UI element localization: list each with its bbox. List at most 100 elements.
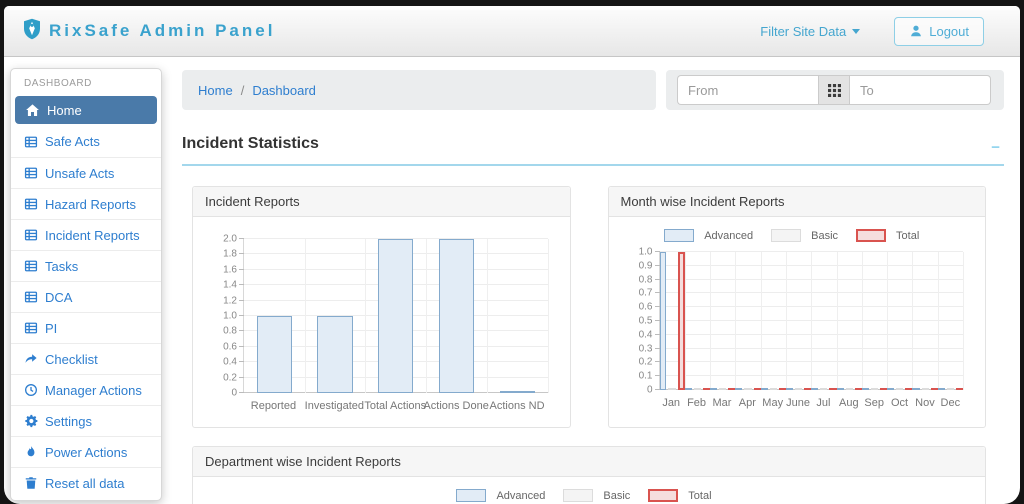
sidebar-item-safe-acts[interactable]: Safe Acts <box>11 126 161 157</box>
calendar-grid-icon[interactable] <box>818 75 850 105</box>
filter-site-data-dropdown[interactable]: Filter Site Data <box>760 23 861 39</box>
sidebar-item-pi[interactable]: PI <box>11 312 161 343</box>
department-wise-chart: AdvancedBasicTotal00.10.20.30.40.50.60.7… <box>207 489 971 504</box>
sidebar-item-home[interactable]: Home <box>15 96 157 124</box>
sidebar-item-label: Checklist <box>45 351 98 367</box>
panel-department-wise-incident-reports: Department wise Incident Reports Advance… <box>192 446 986 504</box>
y-tick-label: 0 <box>646 384 653 396</box>
legend-swatch <box>648 489 679 502</box>
y-tick-label: 0.4 <box>223 356 237 368</box>
panel-incident-reports: Incident Reports 0 0.2 0.4 0.6 0.8 1.0 1.2 1.4 1… <box>192 186 571 428</box>
x-axis-label: Investigated <box>304 400 365 412</box>
category-slot <box>760 252 786 390</box>
gear-icon <box>23 414 38 428</box>
category-slot <box>887 252 913 390</box>
category-slot <box>684 252 711 390</box>
legend-label: Advanced <box>496 489 546 502</box>
filter-site-data-label: Filter Site Data <box>760 23 847 39</box>
y-tick-label: 0.1 <box>638 370 653 382</box>
sidebar-item-tasks[interactable]: Tasks <box>11 250 161 281</box>
sidebar-item-manager-actions[interactable]: Manager Actions <box>11 374 161 405</box>
user-icon <box>909 24 923 38</box>
category-slot <box>735 252 761 390</box>
y-tick-label: 0.8 <box>638 274 653 286</box>
sidebar-item-label: Manager Actions <box>45 382 142 398</box>
toolbar-row: Home / Dashboard <box>182 70 1004 110</box>
breadcrumb-separator: / <box>240 82 245 98</box>
y-tick-label: 0.6 <box>638 301 653 313</box>
caret-down-icon <box>852 28 861 34</box>
category-slot <box>426 239 487 393</box>
brand: RixSafe Admin Panel <box>22 18 275 45</box>
y-tick-label: 0 <box>231 387 237 399</box>
category-slot <box>836 252 862 390</box>
logout-button[interactable]: Logout <box>894 16 984 46</box>
plot-area: 0 0.1 0.2 0.3 0.4 0.5 0.6 0.7 0.8 0.9 1.0 <box>639 247 964 396</box>
chart-legend: Advanced Basic Total <box>623 229 972 242</box>
category-slot <box>659 252 685 390</box>
legend-swatch <box>563 489 594 502</box>
x-axis-label: Feb <box>687 397 707 409</box>
x-axis-label: June <box>786 397 810 409</box>
category-slot <box>912 252 938 390</box>
sidebar-item-settings[interactable]: Settings <box>11 405 161 436</box>
sidebar-item-label: Tasks <box>45 258 79 274</box>
category-slot <box>710 252 736 390</box>
page-content: DASHBOARD Home Safe Acts Unsafe Acts Hazard… <box>4 57 1020 504</box>
sidebar-item-dca[interactable]: DCA <box>11 281 161 312</box>
x-axis-label: May <box>762 397 784 409</box>
x-axis-label: Apr <box>738 397 756 409</box>
collapse-icon[interactable]: − <box>991 140 1004 155</box>
sidebar-item-label: Incident Reports <box>45 227 140 243</box>
y-tick-label: 0.7 <box>638 287 653 299</box>
y-tick-label: 1.4 <box>223 279 237 291</box>
sidebar-item-label: Safe Acts <box>45 134 100 149</box>
category-slot <box>244 239 305 393</box>
clock-icon <box>23 383 38 397</box>
sidebar-section-label: DASHBOARD <box>24 78 92 89</box>
sidebar-item-power-actions[interactable]: Power Actions <box>11 436 161 467</box>
category-slot <box>365 239 426 393</box>
category-slot <box>937 252 963 390</box>
x-axis-label: Sep <box>864 397 884 409</box>
chart-legend: Advanced Basic Total <box>207 489 971 502</box>
header-actions: Filter Site Data Logout <box>760 16 1002 46</box>
main-area: Home / Dashboard From To Incident Statis… <box>182 70 1004 504</box>
y-tick-label: 0.4 <box>638 329 653 341</box>
sidebar-item-label: PI <box>45 320 58 336</box>
page-title: Incident Statistics <box>182 135 319 152</box>
y-tick-label: 1.6 <box>223 264 237 276</box>
y-tick-label: 0.8 <box>223 325 237 337</box>
charts-row: Incident Reports 0 0.2 0.4 0.6 0.8 1.0 1.2 1.4 1… <box>182 186 1004 428</box>
panel-title: Month wise Incident Reports <box>608 187 985 217</box>
bar <box>378 239 414 393</box>
table-icon <box>23 321 38 335</box>
sidebar-item-reset-all-data[interactable]: Reset all data <box>11 467 161 498</box>
breadcrumb: Home / Dashboard <box>182 70 656 110</box>
panel-title: Department wise Incident Reports <box>193 447 985 477</box>
y-tick-label: 0.6 <box>223 341 237 353</box>
sidebar-item-hazard-reports[interactable]: Hazard Reports <box>11 188 161 219</box>
legend-label: Basic <box>603 489 631 502</box>
x-axis-label: Aug <box>839 397 859 409</box>
legend-label: Basic <box>811 229 839 242</box>
legend-swatch <box>664 229 695 242</box>
breadcrumb-home-link[interactable]: Home <box>198 83 233 98</box>
y-tick-label: 1.8 <box>223 248 237 260</box>
from-date-input[interactable] <box>677 75 818 105</box>
legend-swatch <box>771 229 802 242</box>
panel-month-wise-incident-reports: Month wise Incident Reports Advanced Basi… <box>607 186 986 428</box>
to-date-input[interactable] <box>850 75 991 105</box>
plot-area: 0 0.2 0.4 0.6 0.8 1.0 1.2 1.4 1.6 1.8 2.0 <box>223 234 549 399</box>
breadcrumb-dashboard-link[interactable]: Dashboard <box>252 83 316 98</box>
sidebar-item-checklist[interactable]: Checklist <box>11 343 161 374</box>
incident-reports-chart: 0 0.2 0.4 0.6 0.8 1.0 1.2 1.4 1.6 1.8 2.0 Reported I… <box>207 225 556 415</box>
category-slot <box>785 252 812 390</box>
sidebar-item-incident-reports[interactable]: Incident Reports <box>11 219 161 250</box>
sidebar: DASHBOARD Home Safe Acts Unsafe Acts Hazard… <box>10 68 162 501</box>
sidebar-item-unsafe-acts[interactable]: Unsafe Acts <box>11 157 161 188</box>
sidebar-item-label: Settings <box>45 413 92 429</box>
category-slot <box>811 252 837 390</box>
x-axis-label: Dec <box>940 397 961 409</box>
sidebar-item-label: Power Actions <box>45 444 128 460</box>
